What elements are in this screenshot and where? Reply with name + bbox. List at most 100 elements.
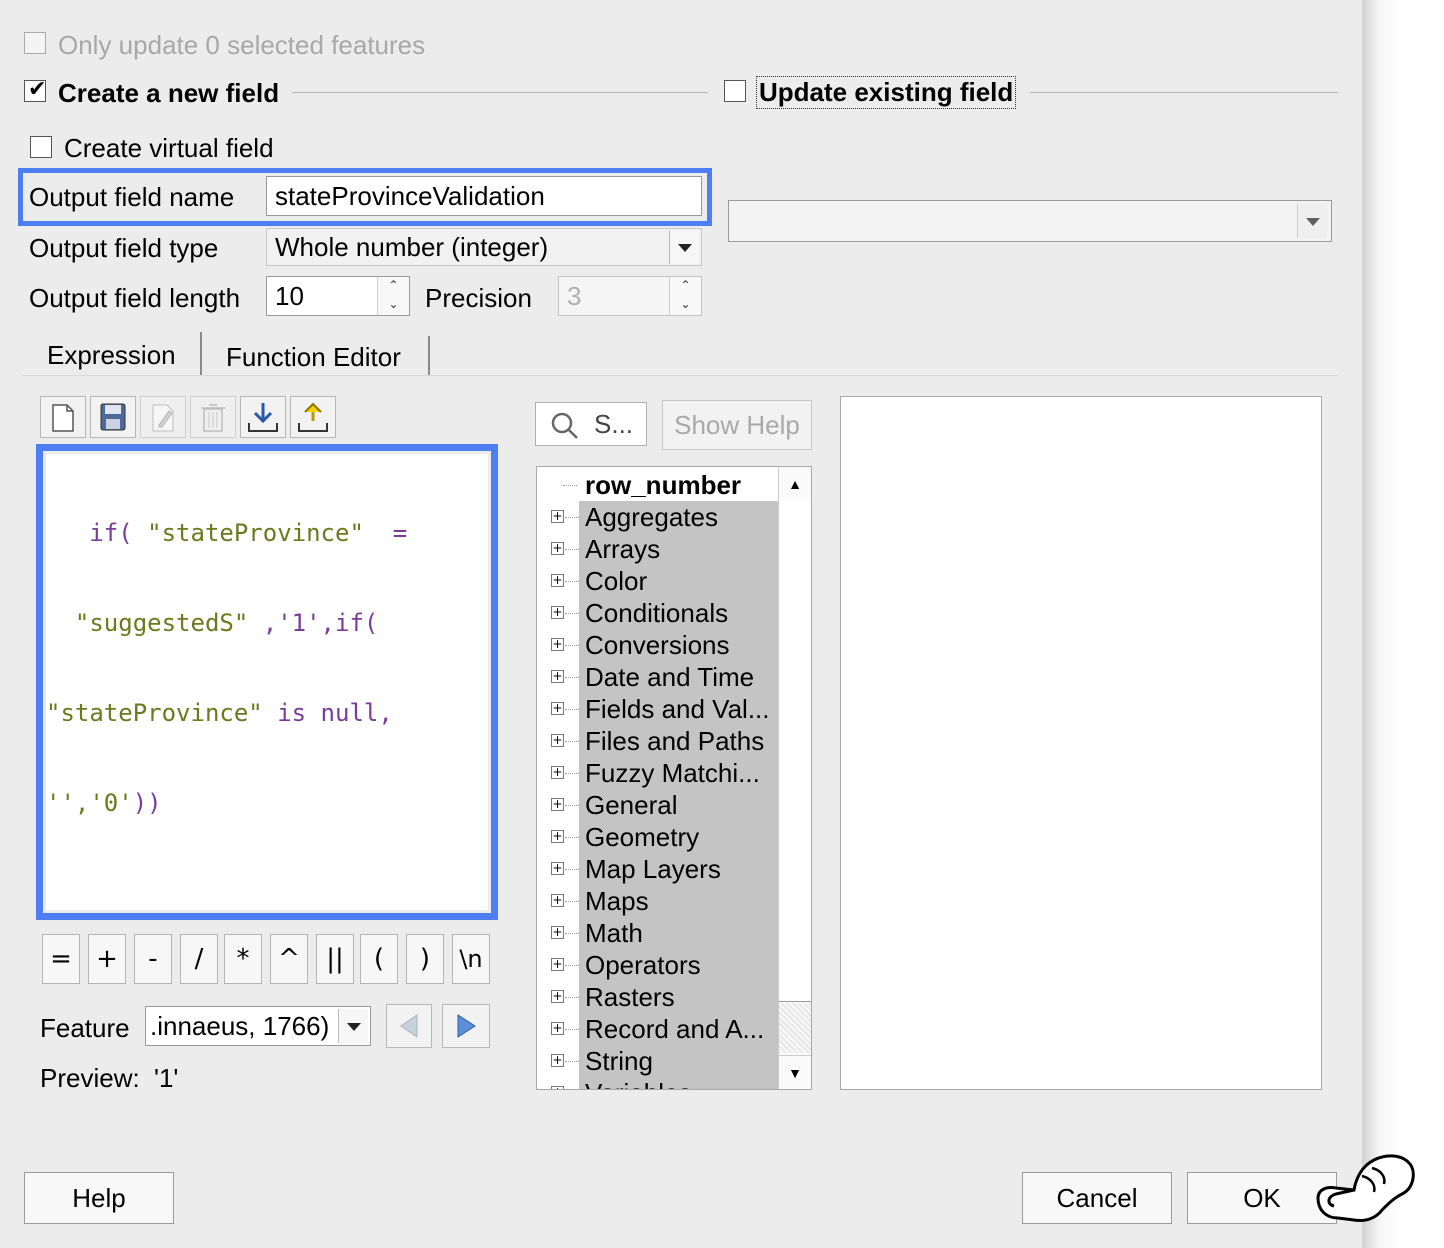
tree-connector — [565, 645, 579, 646]
expand-icon[interactable]: + — [551, 734, 564, 747]
help-button[interactable]: Help — [24, 1172, 174, 1224]
operator-open-paren-button[interactable]: ( — [360, 934, 398, 984]
tree-item-conditionals[interactable]: + Conditionals — [537, 597, 811, 629]
output-length-spinbox[interactable]: 10 ⌃ ⌄ — [266, 276, 410, 316]
tree-item-files-and-paths[interactable]: + Files and Paths — [537, 725, 811, 757]
tree-item-map-layers[interactable]: + Map Layers — [537, 853, 811, 885]
expand-icon[interactable]: + — [551, 542, 564, 555]
expand-icon[interactable]: + — [551, 606, 564, 619]
expand-icon[interactable]: + — [551, 670, 564, 683]
tree-item-general[interactable]: + General — [537, 789, 811, 821]
output-length-value: 10 — [275, 281, 304, 311]
output-type-combo[interactable]: Whole number (integer) — [266, 228, 702, 266]
previous-feature-button[interactable] — [386, 1004, 432, 1048]
tab-expression[interactable]: Expression — [22, 332, 202, 376]
operator-equals-button[interactable]: = — [42, 934, 80, 984]
edit-button[interactable] — [140, 396, 186, 438]
tree-item-label: Variables — [579, 1077, 778, 1089]
operator-multiply-button[interactable]: * — [224, 934, 262, 984]
only-update-selected-label: Only update 0 selected features — [58, 30, 426, 60]
tree-item-maps[interactable]: + Maps — [537, 885, 811, 917]
expand-icon[interactable]: + — [551, 894, 564, 907]
update-existing-field-checkbox[interactable] — [724, 80, 746, 102]
scroll-up-icon[interactable]: ▲ — [779, 467, 811, 502]
tree-item-label: row_number — [579, 469, 778, 501]
create-new-field-label: Create a new field — [58, 78, 280, 108]
expand-icon[interactable]: + — [551, 1086, 564, 1089]
expand-icon[interactable]: + — [551, 990, 564, 1003]
spin-arrows-icon[interactable]: ⌃ ⌄ — [669, 277, 701, 315]
show-help-button[interactable]: Show Help — [662, 400, 812, 450]
tab-bar-divider — [22, 375, 1338, 376]
tree-item-date-and-time[interactable]: + Date and Time — [537, 661, 811, 693]
tree-item-string[interactable]: + String — [537, 1045, 811, 1077]
expand-icon[interactable]: + — [551, 1054, 564, 1067]
existing-field-combo[interactable] — [728, 200, 1332, 242]
function-search-input[interactable]: S... — [535, 402, 647, 446]
expand-icon[interactable]: + — [551, 862, 564, 875]
export-button[interactable] — [290, 396, 336, 438]
operator-close-paren-button[interactable]: ) — [406, 934, 444, 984]
tree-item-rasters[interactable]: + Rasters — [537, 981, 811, 1013]
tree-item-fuzzy-matching[interactable]: + Fuzzy Matchi... — [537, 757, 811, 789]
output-name-input[interactable]: stateProvinceValidation — [266, 176, 702, 216]
tree-item-operators[interactable]: + Operators — [537, 949, 811, 981]
operator-divide-button[interactable]: / — [180, 934, 218, 984]
tree-connector — [565, 901, 579, 902]
expand-icon[interactable]: + — [551, 766, 564, 779]
create-virtual-field-checkbox[interactable] — [30, 136, 52, 158]
scrollbar-track[interactable] — [779, 1003, 811, 1053]
function-tree[interactable]: row_number + Aggregates + Arrays + Color + C… — [536, 466, 812, 1090]
expand-icon[interactable]: + — [551, 926, 564, 939]
tree-connector — [565, 805, 579, 806]
tree-item-fields-and-values[interactable]: + Fields and Val... — [537, 693, 811, 725]
tree-item-geometry[interactable]: + Geometry — [537, 821, 811, 853]
expand-icon[interactable]: + — [551, 958, 564, 971]
tree-item-conversions[interactable]: + Conversions — [537, 629, 811, 661]
only-update-selected-checkbox[interactable] — [24, 32, 46, 54]
expand-icon[interactable]: + — [551, 638, 564, 651]
import-button[interactable] — [240, 396, 286, 438]
operator-power-button[interactable]: ^ — [270, 934, 308, 984]
preview-label: Preview: — [40, 1063, 140, 1093]
tree-item-color[interactable]: + Color — [537, 565, 811, 597]
expand-icon[interactable]: + — [551, 510, 564, 523]
tree-item-math[interactable]: + Math — [537, 917, 811, 949]
expression-code[interactable]: if( "stateProvince" = "suggestedS" ,'1',… — [46, 458, 486, 878]
group-divider — [292, 92, 708, 93]
output-length-label: Output field length — [29, 283, 241, 313]
spin-arrows-icon[interactable]: ⌃ ⌄ — [377, 277, 409, 315]
tree-connector — [565, 1029, 579, 1030]
tree-item-variables[interactable]: + Variables — [537, 1077, 811, 1089]
tree-item-row-number[interactable]: row_number — [537, 469, 811, 501]
tree-scrollbar[interactable]: ▲ ▼ — [778, 467, 811, 1089]
tree-item-arrays[interactable]: + Arrays — [537, 533, 811, 565]
expand-icon[interactable]: + — [551, 798, 564, 811]
new-file-button[interactable] — [40, 396, 86, 438]
feature-combo[interactable]: .innaeus, 1766) — [145, 1006, 371, 1046]
expand-icon[interactable]: + — [551, 1022, 564, 1035]
expand-icon[interactable]: + — [551, 830, 564, 843]
delete-button[interactable] — [190, 396, 236, 438]
output-type-label: Output field type — [29, 233, 219, 263]
tree-connector — [565, 549, 579, 550]
precision-label: Precision — [425, 283, 532, 313]
cancel-button[interactable]: Cancel — [1022, 1172, 1172, 1224]
scrollbar-thumb[interactable] — [779, 501, 811, 1002]
next-feature-button[interactable] — [442, 1004, 490, 1048]
operator-concat-button[interactable]: || — [316, 934, 354, 984]
window-shadow — [1362, 0, 1444, 1248]
expand-icon[interactable]: + — [551, 702, 564, 715]
operator-newline-button[interactable]: \n — [452, 934, 490, 984]
tree-item-aggregates[interactable]: + Aggregates — [537, 501, 811, 533]
create-new-field-checkbox[interactable]: ✔ — [24, 76, 46, 102]
operator-plus-button[interactable]: + — [88, 934, 126, 984]
tree-item-label: Color — [579, 565, 778, 597]
save-button[interactable] — [90, 396, 136, 438]
tree-item-record-and-attributes[interactable]: + Record and A... — [537, 1013, 811, 1045]
tab-function-editor[interactable]: Function Editor — [202, 336, 430, 376]
scroll-down-icon[interactable]: ▼ — [779, 1055, 811, 1089]
operator-minus-button[interactable]: - — [134, 934, 172, 984]
expand-icon[interactable]: + — [551, 574, 564, 587]
precision-spinbox[interactable]: 3 ⌃ ⌄ — [558, 276, 702, 316]
